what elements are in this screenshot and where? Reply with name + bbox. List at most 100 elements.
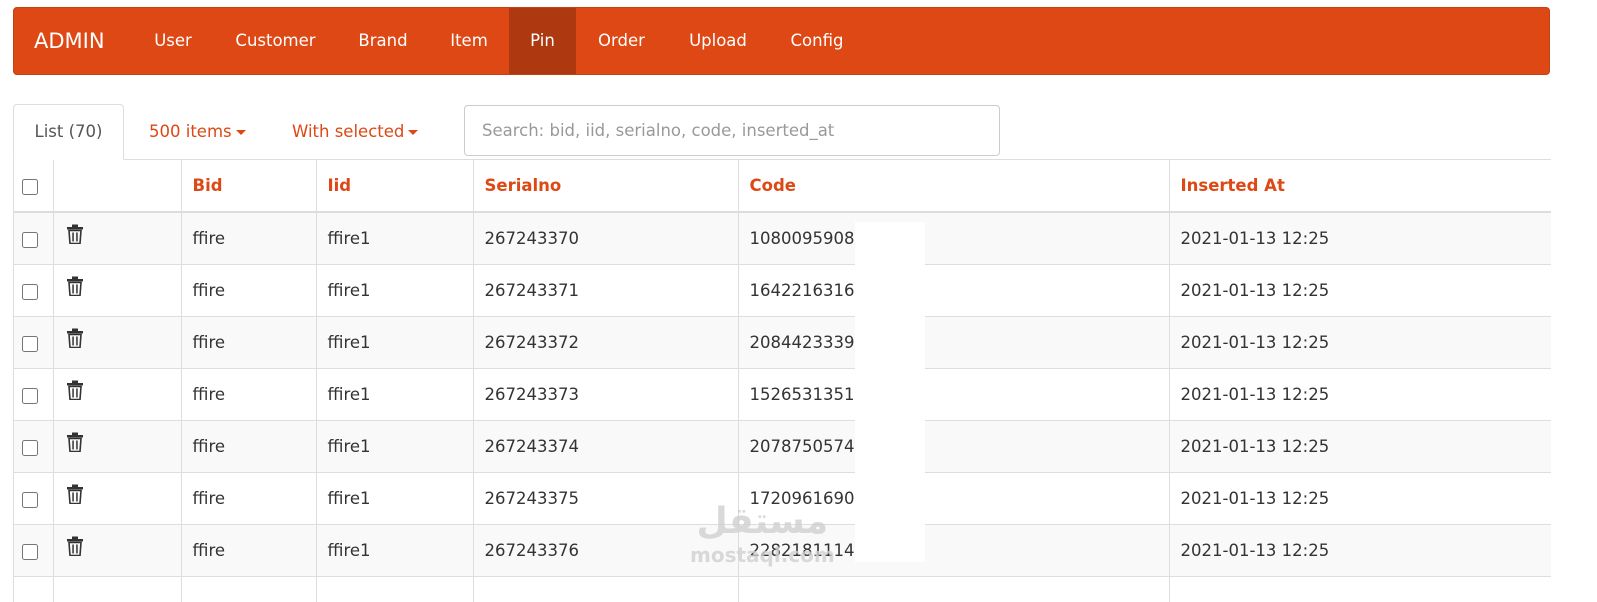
cell-iid: ffire1	[316, 524, 474, 577]
pins-table: Bid Iid Serialno Code Inserted At ffire …	[13, 159, 1551, 602]
page-size-label: 500 items	[149, 122, 232, 141]
select-all-checkbox[interactable]	[22, 178, 38, 195]
cell-inserted-at: 2021-01-13 12:25	[1169, 524, 1551, 577]
table-row: ffire ffire1 267243371 1642216316 2021-0…	[14, 264, 1551, 317]
nav-item-pin[interactable]: Pin	[509, 8, 576, 74]
row-actions-cell	[53, 316, 182, 369]
nav-item-config[interactable]: Config	[769, 8, 865, 74]
row-checkbox[interactable]	[22, 335, 38, 352]
nav-item-item[interactable]: Item	[429, 8, 509, 74]
cell-serialno: 267243374	[473, 420, 739, 473]
row-actions-cell	[53, 212, 182, 265]
table-row: ffire ffire1 267243370 1080095908 2021-0…	[14, 212, 1551, 265]
tab-list[interactable]: List (70)	[13, 104, 124, 160]
row-actions-cell	[53, 524, 182, 577]
row-select-cell	[14, 212, 54, 265]
select-all-cell	[14, 160, 54, 213]
table-row-partial	[14, 576, 1551, 602]
row-checkbox[interactable]	[22, 283, 38, 300]
row-actions-cell	[53, 368, 182, 421]
trash-icon[interactable]	[66, 328, 84, 352]
cell-iid: ffire1	[316, 264, 474, 317]
cell-bid: ffire	[181, 212, 317, 265]
cell-serialno: 267243372	[473, 316, 739, 369]
search-input[interactable]	[464, 105, 1000, 156]
trash-icon[interactable]	[66, 224, 84, 248]
row-checkbox[interactable]	[22, 231, 38, 248]
cell-inserted-at: 2021-01-13 12:25	[1169, 472, 1551, 525]
column-header-serialno[interactable]: Serialno	[473, 160, 739, 213]
table-row: ffire ffire1 267243375 1720961690 2021-0…	[14, 472, 1551, 525]
cell-bid: ffire	[181, 524, 317, 577]
cell-code: 1526531351	[738, 368, 1170, 421]
bulk-action-label: With selected	[292, 122, 405, 141]
cell-iid: ffire1	[316, 316, 474, 369]
bulk-action-dropdown[interactable]: With selected	[292, 104, 419, 160]
nav-item-brand[interactable]: Brand	[337, 8, 429, 74]
cell-inserted-at: 2021-01-13 12:25	[1169, 420, 1551, 473]
table-body: ffire ffire1 267243370 1080095908 2021-0…	[14, 212, 1551, 602]
page-size-dropdown[interactable]: 500 items	[149, 104, 246, 160]
row-actions-cell	[53, 472, 182, 525]
row-checkbox[interactable]	[22, 543, 38, 560]
cell-code: 2078750574	[738, 420, 1170, 473]
cell-serialno: 267243370	[473, 212, 739, 265]
cell-iid: ffire1	[316, 472, 474, 525]
trash-icon[interactable]	[66, 432, 84, 456]
row-select-cell	[14, 524, 54, 577]
cell-serialno: 267243371	[473, 264, 739, 317]
cell-serialno: 267243375	[473, 472, 739, 525]
cell-serialno	[473, 576, 739, 602]
cell-code: 1642216316	[738, 264, 1170, 317]
cell-bid: ffire	[181, 420, 317, 473]
row-select-cell	[14, 576, 54, 602]
actions-header	[53, 160, 182, 213]
column-header-iid[interactable]: Iid	[316, 160, 474, 213]
column-header-inserted-at[interactable]: Inserted At	[1169, 160, 1551, 213]
cell-iid: ffire1	[316, 212, 474, 265]
row-select-cell	[14, 368, 54, 421]
row-actions-cell	[53, 420, 182, 473]
nav-item-user[interactable]: User	[134, 8, 212, 74]
top-navbar: ADMIN User Customer Brand Item Pin Order…	[13, 7, 1550, 75]
row-actions-cell	[53, 576, 182, 602]
cell-inserted-at: 2021-01-13 12:25	[1169, 264, 1551, 317]
trash-icon[interactable]	[66, 536, 84, 560]
cell-bid	[181, 576, 317, 602]
column-header-bid[interactable]: Bid	[181, 160, 317, 213]
nav-item-upload[interactable]: Upload	[667, 8, 769, 74]
row-select-cell	[14, 316, 54, 369]
row-checkbox[interactable]	[22, 439, 38, 456]
cell-inserted-at: 2021-01-13 12:25	[1169, 368, 1551, 421]
caret-down-icon	[408, 130, 419, 135]
row-select-cell	[14, 264, 54, 317]
cell-code: 2282181114	[738, 524, 1170, 577]
trash-icon[interactable]	[66, 380, 84, 404]
column-header-code[interactable]: Code	[738, 160, 1170, 213]
cell-code: 1080095908	[738, 212, 1170, 265]
cell-inserted-at	[1169, 576, 1551, 602]
row-actions-cell	[53, 264, 182, 317]
cell-bid: ffire	[181, 264, 317, 317]
trash-icon[interactable]	[66, 484, 84, 508]
cell-iid	[316, 576, 474, 602]
cell-code: 1720961690	[738, 472, 1170, 525]
cell-serialno: 267243376	[473, 524, 739, 577]
trash-icon[interactable]	[66, 276, 84, 300]
row-select-cell	[14, 420, 54, 473]
table-row: ffire ffire1 267243374 2078750574 2021-0…	[14, 420, 1551, 473]
cell-serialno: 267243373	[473, 368, 739, 421]
cell-code	[738, 576, 1170, 602]
table-row: ffire ffire1 267243376 2282181114 2021-0…	[14, 524, 1551, 577]
redaction-block	[855, 222, 925, 562]
row-checkbox[interactable]	[22, 387, 38, 404]
nav-item-customer[interactable]: Customer	[214, 8, 337, 74]
nav-item-order[interactable]: Order	[576, 8, 667, 74]
cell-inserted-at: 2021-01-13 12:25	[1169, 316, 1551, 369]
cell-bid: ffire	[181, 368, 317, 421]
cell-inserted-at: 2021-01-13 12:25	[1169, 212, 1551, 265]
navbar-brand[interactable]: ADMIN	[34, 8, 105, 74]
caret-down-icon	[235, 130, 246, 135]
row-checkbox[interactable]	[22, 491, 38, 508]
cell-iid: ffire1	[316, 368, 474, 421]
